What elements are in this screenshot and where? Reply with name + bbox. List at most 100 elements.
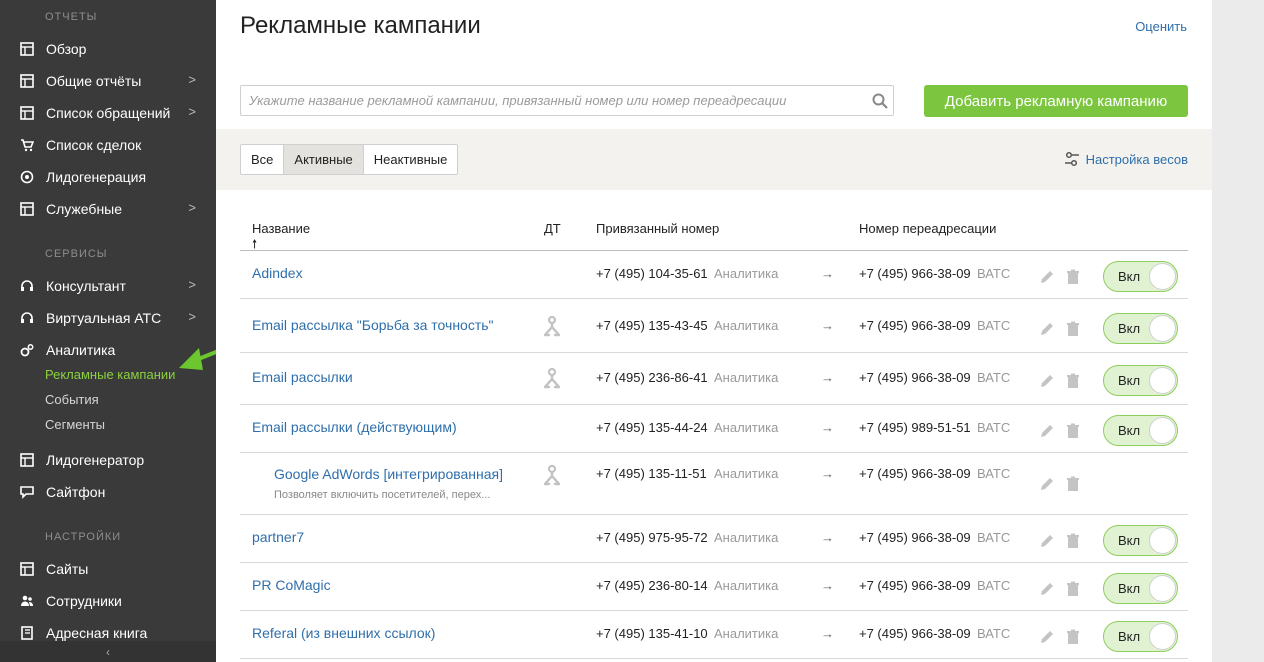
campaign-name-link[interactable]: Email рассылки — [252, 369, 353, 385]
edit-icon[interactable] — [1039, 423, 1065, 444]
edit-icon[interactable] — [1039, 321, 1065, 342]
status-toggle[interactable]: Вкл — [1103, 621, 1178, 652]
linked-number-tag: Аналитика — [714, 266, 779, 281]
toggle-label: Вкл — [1118, 321, 1141, 336]
dt-integration-icon — [540, 464, 564, 491]
forward-number: +7 (495) 989-51-51 — [859, 420, 971, 435]
sidebar-sub-events[interactable]: События — [45, 392, 99, 407]
row-divider — [240, 352, 1188, 353]
sidebar-sub-segments[interactable]: Сегменты — [45, 417, 105, 432]
linked-number: +7 (495) 135-43-45 — [596, 318, 708, 333]
section-settings: НАСТРОЙКИ — [45, 531, 122, 543]
linked-number: +7 (495) 135-44-24 — [596, 420, 708, 435]
row-actions — [1039, 629, 1091, 650]
sidebar-item-label: Сайты — [46, 561, 89, 577]
collapse-sidebar-button[interactable]: ‹ — [0, 641, 216, 662]
sidebar-item-sites[interactable]: Сайты — [0, 555, 216, 583]
forward-arrow-icon: → — [821, 530, 834, 545]
forward-number-tag: ВАТС — [977, 626, 1011, 641]
headset-icon — [0, 279, 46, 293]
tab-all[interactable]: Все — [240, 144, 285, 175]
edit-icon[interactable] — [1039, 476, 1065, 497]
headset-icon — [0, 311, 46, 325]
status-toggle[interactable]: Вкл — [1103, 415, 1178, 446]
edit-icon[interactable] — [1039, 269, 1065, 290]
trash-icon[interactable] — [1065, 269, 1091, 290]
sidebar-item-consultant[interactable]: Консультант > — [0, 272, 216, 300]
toggle-label: Вкл — [1118, 581, 1141, 596]
edit-icon[interactable] — [1039, 533, 1065, 554]
trash-icon[interactable] — [1065, 629, 1091, 650]
add-campaign-button[interactable]: Добавить рекламную кампанию — [924, 85, 1188, 117]
status-toggle[interactable]: Вкл — [1103, 313, 1178, 344]
sidebar-item-label: Сайтфон — [46, 484, 106, 500]
campaign-name-link[interactable]: partner7 — [252, 529, 304, 545]
status-toggle[interactable]: Вкл — [1103, 261, 1178, 292]
sidebar-item-overview[interactable]: Обзор — [0, 35, 216, 63]
row-divider — [240, 298, 1188, 299]
forward-number-tag: ВАТС — [977, 530, 1011, 545]
chat-icon — [0, 485, 46, 499]
trash-icon[interactable] — [1065, 533, 1091, 554]
trash-icon[interactable] — [1065, 476, 1091, 497]
status-toggle[interactable]: Вкл — [1103, 525, 1178, 556]
sidebar-item-label: Список сделок — [46, 137, 142, 153]
tab-active[interactable]: Активные — [283, 144, 364, 175]
toggle-knob — [1149, 417, 1176, 444]
sidebar-item-leadgenerator[interactable]: Лидогенератор — [0, 446, 216, 474]
sidebar-item-service[interactable]: Служебные > — [0, 195, 216, 223]
sidebar-item-sitephone[interactable]: Сайтфон — [0, 478, 216, 506]
sort-arrow-up-icon[interactable]: 🠕 — [252, 235, 257, 256]
forward-arrow-icon: → — [821, 266, 834, 281]
toggle-label: Вкл — [1118, 629, 1141, 644]
rate-link[interactable]: Оценить — [1135, 19, 1187, 34]
trash-icon[interactable] — [1065, 321, 1091, 342]
toggle-knob — [1149, 527, 1176, 554]
campaign-name-link[interactable]: Email рассылки (действующим) — [252, 419, 457, 435]
sidebar-item-leadgen[interactable]: Лидогенерация — [0, 163, 216, 191]
status-tabs: Все Активные Неактивные — [240, 144, 459, 175]
search-input[interactable] — [241, 86, 867, 115]
forward-number: +7 (495) 966-38-09 — [859, 370, 971, 385]
weights-settings-link[interactable]: Настройка весов — [1064, 151, 1188, 167]
status-toggle[interactable]: Вкл — [1103, 573, 1178, 604]
search-icon[interactable] — [867, 93, 893, 109]
edit-icon[interactable] — [1039, 373, 1065, 394]
header-name[interactable]: Название — [252, 221, 310, 236]
campaign-name-link[interactable]: Email рассылка "Борьба за точность" — [252, 317, 494, 333]
toggle-knob — [1149, 623, 1176, 650]
row-divider — [240, 658, 1188, 659]
campaign-name-link[interactable]: Google AdWords [интегрированная] — [274, 466, 503, 482]
campaign-name-link[interactable]: Referal (из внешних ссылок) — [252, 625, 435, 641]
forward-number: +7 (495) 966-38-09 — [859, 578, 971, 593]
cart-icon — [0, 138, 46, 152]
trash-icon[interactable] — [1065, 581, 1091, 602]
edit-icon[interactable] — [1039, 629, 1065, 650]
sidebar-item-employees[interactable]: Сотрудники — [0, 587, 216, 615]
header-divider — [240, 250, 1188, 251]
trash-icon[interactable] — [1065, 373, 1091, 394]
linked-number: +7 (495) 236-86-41 — [596, 370, 708, 385]
campaign-name-link[interactable]: Adindex — [252, 265, 303, 281]
campaign-description: Позволяет включить посетителей, перех... — [274, 489, 491, 501]
forward-number: +7 (495) 966-38-09 — [859, 266, 971, 281]
trash-icon[interactable] — [1065, 423, 1091, 444]
row-actions — [1039, 533, 1091, 554]
edit-icon[interactable] — [1039, 581, 1065, 602]
dt-integration-icon — [540, 367, 564, 394]
campaign-name-link[interactable]: PR CoMagic — [252, 577, 331, 593]
tab-inactive[interactable]: Неактивные — [362, 144, 459, 175]
sidebar-item-general-reports[interactable]: Общие отчёты > — [0, 67, 216, 95]
forward-arrow-icon: → — [821, 626, 834, 641]
chevron-left-icon: ‹ — [106, 644, 110, 659]
forward-number-tag: ВАТС — [977, 466, 1011, 481]
sidebar-sub-campaigns[interactable]: Рекламные кампании — [45, 367, 175, 382]
grid-icon — [0, 106, 46, 120]
linked-number-tag: Аналитика — [714, 530, 779, 545]
linked-number-tag: Аналитика — [714, 626, 779, 641]
sidebar-item-deals[interactable]: Список сделок — [0, 131, 216, 159]
grid-icon — [0, 562, 46, 576]
toggle-knob — [1149, 315, 1176, 342]
status-toggle[interactable]: Вкл — [1103, 365, 1178, 396]
sidebar-item-requests[interactable]: Список обращений > — [0, 99, 216, 127]
